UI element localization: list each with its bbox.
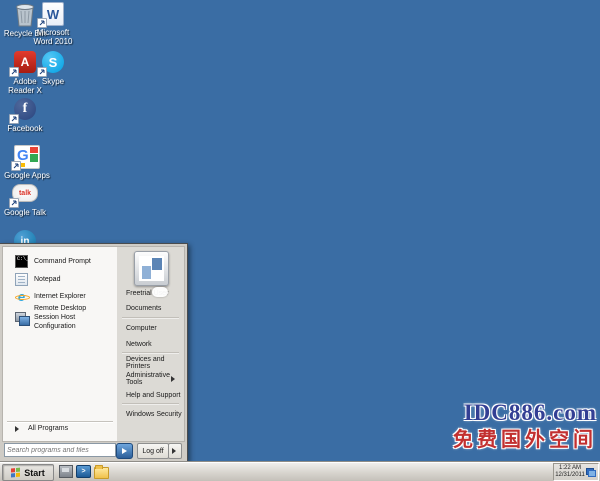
windows-flag-icon xyxy=(11,467,21,478)
start-menu-bottom-row: Log off xyxy=(0,442,187,458)
menu-item-administrative-tools[interactable]: Administrative Tools xyxy=(117,373,184,385)
start-menu: C:\_ Command Prompt Notepad e Internet E… xyxy=(0,243,188,462)
menu-separator xyxy=(122,317,179,318)
menu-item-documents[interactable]: Documents xyxy=(117,302,184,314)
desktop-icon-facebook[interactable]: f Facebook xyxy=(0,98,50,133)
desktop-icon-google-apps[interactable]: G Google Apps xyxy=(2,145,52,180)
shortcut-arrow-icon xyxy=(11,161,21,171)
notepad-icon xyxy=(15,273,28,286)
desktop-icon-label: Skype xyxy=(28,77,78,86)
desktop: Recycle Bin W Microsoft Word 2010 A Adob… xyxy=(0,0,600,481)
powershell-icon: > xyxy=(76,465,91,478)
network-icon[interactable] xyxy=(586,468,596,477)
watermark-line1: IDC886.com xyxy=(453,401,597,424)
user-picture[interactable] xyxy=(134,251,169,286)
desktop-icon-label: Google Apps xyxy=(2,171,52,180)
menu-item-notepad[interactable]: Notepad xyxy=(3,272,117,287)
start-menu-left-panel: C:\_ Command Prompt Notepad e Internet E… xyxy=(2,246,118,442)
remote-desktop-icon xyxy=(15,311,28,324)
menu-separator xyxy=(122,403,179,404)
log-off-options-button[interactable] xyxy=(168,443,182,459)
desktop-icon-google-talk[interactable]: talk Google Talk xyxy=(0,184,50,217)
menu-item-computer[interactable]: Computer xyxy=(117,322,184,334)
menu-item-devices-and-printers[interactable]: Devices and Printers xyxy=(117,357,184,369)
user-name: Freetrial User xyxy=(117,287,184,299)
desktop-icon-label: Google Talk xyxy=(0,208,50,217)
start-button[interactable]: Start xyxy=(2,464,54,481)
submenu-arrow-icon xyxy=(171,376,178,382)
shortcut-arrow-icon xyxy=(9,198,19,208)
menu-item-internet-explorer[interactable]: e Internet Explorer xyxy=(3,289,117,304)
desktop-icon-skype[interactable]: S Skype xyxy=(28,51,78,86)
system-tray[interactable]: 1:22 AM 12/31/2011 xyxy=(553,463,599,481)
clock-time: 1:22 AM xyxy=(554,465,586,472)
desktop-icon-label: Microsoft Word 2010 xyxy=(28,28,78,46)
quicklaunch-powershell[interactable]: > xyxy=(76,464,91,479)
shortcut-arrow-icon xyxy=(37,67,47,77)
all-programs-item[interactable]: All Programs xyxy=(3,425,117,432)
taskbar: Start > 1:22 AM 12/31/2011 xyxy=(0,461,600,481)
menu-item-remote-desktop-session-host-configuration[interactable]: Remote Desktop Session Host Configuratio… xyxy=(3,306,117,328)
server-manager-icon xyxy=(59,465,73,478)
menu-item-command-prompt[interactable]: C:\_ Command Prompt xyxy=(3,254,117,269)
menu-item-network[interactable]: Network xyxy=(117,338,184,350)
menu-item-help-and-support[interactable]: Help and Support xyxy=(117,389,184,401)
menu-separator xyxy=(122,352,179,353)
quicklaunch-server-manager[interactable] xyxy=(58,464,73,479)
go-arrow-icon xyxy=(122,448,130,454)
desktop-icon-label: Facebook xyxy=(0,124,50,133)
desktop-icon-word[interactable]: W Microsoft Word 2010 xyxy=(28,2,78,46)
watermark: IDC886.com 免费国外空间 xyxy=(453,401,597,450)
dropdown-arrow-icon xyxy=(172,448,179,454)
quicklaunch-windows-explorer[interactable] xyxy=(94,464,109,479)
shortcut-arrow-icon xyxy=(9,67,19,77)
start-menu-right-panel: Freetrial User Documents Computer Networ… xyxy=(117,246,185,442)
command-prompt-icon: C:\_ xyxy=(15,255,28,268)
shortcut-arrow-icon xyxy=(9,114,19,124)
mouse-cursor xyxy=(152,287,168,297)
menu-separator xyxy=(7,421,113,422)
shortcut-arrow-icon xyxy=(37,18,47,28)
taskbar-clock[interactable]: 1:22 AM 12/31/2011 xyxy=(554,465,586,479)
search-input[interactable] xyxy=(4,443,116,457)
search-go-button[interactable] xyxy=(116,443,133,459)
watermark-line2: 免费国外空间 xyxy=(453,430,597,450)
clock-date: 12/31/2011 xyxy=(554,472,586,479)
expand-arrow-icon xyxy=(15,426,22,432)
log-off-button[interactable]: Log off xyxy=(137,443,169,459)
internet-explorer-icon: e xyxy=(15,290,28,303)
menu-item-windows-security[interactable]: Windows Security xyxy=(117,408,184,420)
folder-icon xyxy=(94,467,109,479)
